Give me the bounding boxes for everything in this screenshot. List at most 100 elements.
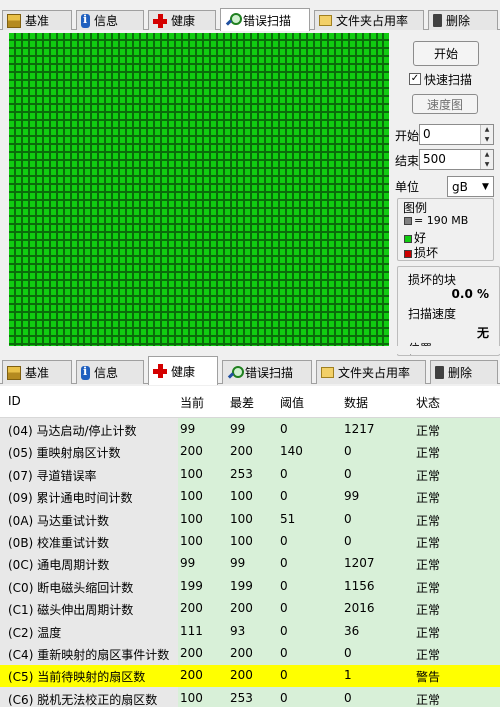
- column-header-data[interactable]: 数据: [344, 394, 368, 411]
- cell-worst: 199: [230, 578, 253, 593]
- unit-label: 单位: [395, 180, 420, 194]
- tab-label: 信息: [94, 366, 119, 380]
- cell-threshold: 0: [280, 466, 288, 481]
- table-row[interactable]: (C1) 磁头伸出周期计数 200 200 0 2016 正常: [0, 598, 500, 620]
- cell-worst: 200: [230, 444, 253, 459]
- block-row: [9, 65, 389, 71]
- cell-threshold: 51: [280, 511, 296, 526]
- column-header-worst[interactable]: 最差: [230, 394, 254, 411]
- health-cross-icon: [153, 364, 167, 378]
- spinner-arrows-icon[interactable]: ▲ ▼: [480, 125, 493, 144]
- table-row[interactable]: (0A) 马达重试计数 100 100 51 0 正常: [0, 509, 500, 531]
- cell-data: 1217: [344, 422, 375, 436]
- start-scan-button[interactable]: 开始: [413, 41, 479, 66]
- legend-bad-text: 损坏: [414, 246, 439, 260]
- cell-current: 100: [180, 511, 203, 526]
- table-row[interactable]: (C0) 断电磁头缩回计数 199 199 0 1156 正常: [0, 576, 500, 598]
- block-row: [9, 305, 389, 311]
- tab-benchmark[interactable]: 基准: [2, 10, 72, 30]
- start-value[interactable]: 0: [420, 125, 480, 144]
- cell-current: 200: [180, 444, 203, 459]
- end-spinner[interactable]: 500 ▲ ▼: [419, 149, 494, 170]
- tab-benchmark[interactable]: 基准: [2, 360, 72, 384]
- column-header-status[interactable]: 状态: [416, 394, 440, 411]
- table-row[interactable]: (04) 马达启动/停止计数 99 99 0 1217 正常: [0, 419, 500, 441]
- cell-threshold: 140: [280, 444, 303, 459]
- cell-worst: 253: [230, 690, 253, 705]
- quick-scan-checkbox[interactable]: ✓: [409, 73, 421, 85]
- bottom-tab-bar: 基准 信息 健康 错误扫描 文件夹占用率 删除: [0, 356, 500, 385]
- table-row[interactable]: (C2) 温度 111 93 0 36 正常: [0, 621, 500, 643]
- column-header-id[interactable]: ID: [8, 394, 21, 408]
- cell-current: 200: [180, 668, 203, 683]
- tab-erase[interactable]: 删除: [428, 10, 498, 30]
- cell-status: 正常: [416, 468, 441, 483]
- cell-id: (0B) 校准重试计数: [8, 536, 110, 550]
- top-tab-bar: 基准 信息 健康 错误扫描 文件夹占用率 删除: [0, 8, 500, 31]
- column-header-threshold[interactable]: 阈值: [280, 394, 304, 411]
- cell-status: 正常: [416, 424, 441, 438]
- cell-current: 200: [180, 646, 203, 660]
- tab-info[interactable]: 信息: [76, 10, 144, 30]
- block-row: [9, 225, 389, 231]
- legend-gray-swatch-icon: [404, 217, 412, 225]
- unit-select[interactable]: gB ▼: [447, 176, 494, 197]
- start-spinner[interactable]: 0 ▲ ▼: [419, 124, 494, 145]
- column-header-current[interactable]: 当前: [180, 394, 204, 411]
- tab-error-scan[interactable]: 错误扫描: [220, 8, 310, 31]
- block-row: [9, 89, 389, 95]
- block-row: [9, 41, 389, 47]
- cell-worst: 100: [230, 489, 253, 504]
- tab-folder-usage[interactable]: 文件夹占用率: [314, 10, 424, 30]
- block-row: [9, 105, 389, 111]
- block-row: [9, 337, 389, 343]
- cell-current: 100: [180, 466, 203, 481]
- info-icon: [81, 365, 90, 380]
- cell-current: 99: [180, 556, 196, 571]
- table-row[interactable]: (09) 累计通电时间计数 100 100 0 99 正常: [0, 486, 500, 508]
- damaged-blocks-label: 损坏的块: [408, 273, 457, 287]
- tab-info[interactable]: 信息: [76, 360, 144, 384]
- block-row: [9, 313, 389, 319]
- scan-stats-group: 损坏的块 0.0 % 扫描速度 无 位置: [397, 266, 500, 356]
- damaged-blocks-value: 0.0 %: [451, 287, 489, 301]
- block-row: [9, 249, 389, 255]
- cell-threshold: 0: [280, 668, 288, 683]
- legend-group: 图例 = 190 MB 好 损坏: [397, 198, 494, 261]
- cell-threshold: 0: [280, 556, 288, 571]
- speed-map-button[interactable]: 速度图: [412, 94, 478, 114]
- tab-error-scan[interactable]: 错误扫描: [222, 360, 312, 384]
- tab-label: 错误扫描: [245, 366, 294, 380]
- table-header: ID 当前 最差 阈值 数据 状态: [0, 386, 500, 418]
- table-row[interactable]: (C4) 重新映射的扇区事件计数 200 200 0 0 正常: [0, 643, 500, 665]
- tab-folder-usage[interactable]: 文件夹占用率: [316, 360, 426, 384]
- tab-health[interactable]: 健康: [148, 10, 216, 30]
- table-row[interactable]: (07) 寻道错误率 100 253 0 0 正常: [0, 464, 500, 486]
- block-row: [9, 73, 389, 79]
- block-row: [9, 201, 389, 207]
- cell-id: (09) 累计通电时间计数: [8, 491, 133, 506]
- block-row: [9, 193, 389, 199]
- block-row: [9, 81, 389, 87]
- cell-status: 正常: [416, 603, 441, 618]
- tab-erase[interactable]: 删除: [430, 360, 498, 384]
- table-row[interactable]: (C5) 当前待映射的扇区数 200 200 0 1 警告: [0, 665, 500, 688]
- cell-data: 0: [344, 646, 352, 660]
- cell-worst: 200: [230, 646, 253, 660]
- benchmark-icon: [7, 13, 21, 28]
- cell-id: (C6) 脱机无法校正的扇区数: [8, 692, 158, 707]
- table-row[interactable]: (05) 重映射扇区计数 200 200 140 0 正常: [0, 441, 500, 463]
- block-row: [9, 289, 389, 295]
- table-row[interactable]: (0B) 校准重试计数 100 100 0 0 正常: [0, 531, 500, 553]
- cell-id: (C5) 当前待映射的扇区数: [8, 670, 146, 685]
- scan-control-panel: 开始 ✓ 快速扫描 速度图 开始 0 ▲ ▼ 结束 500 ▲ ▼ 单位 gB ▼ …: [392, 33, 500, 356]
- table-row[interactable]: (C6) 脱机无法校正的扇区数 100 253 0 0 正常: [0, 688, 500, 707]
- tab-health[interactable]: 健康: [148, 356, 218, 385]
- spinner-arrows-icon[interactable]: ▲ ▼: [480, 150, 493, 169]
- table-row[interactable]: (0C) 通电周期计数 99 99 0 1207 正常: [0, 553, 500, 575]
- end-value[interactable]: 500: [420, 150, 480, 169]
- smart-attributes-table[interactable]: ID 当前 最差 阈值 数据 状态 (04) 马达启动/停止计数 99 99 0 121…: [0, 386, 500, 707]
- cell-id: (04) 马达启动/停止计数: [8, 424, 137, 438]
- cell-current: 99: [180, 422, 196, 436]
- block-row: [9, 217, 389, 223]
